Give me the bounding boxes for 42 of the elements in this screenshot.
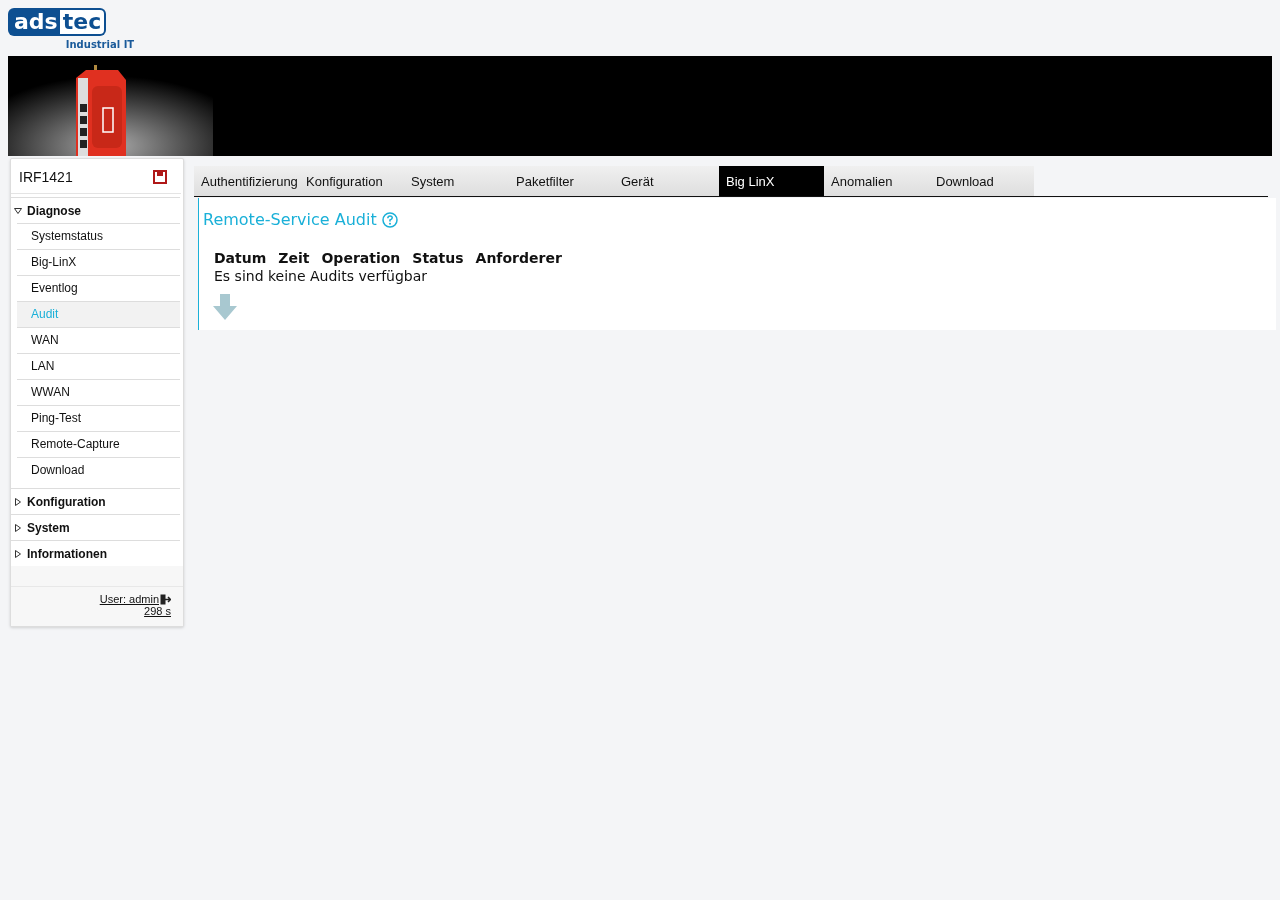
menu-section[interactable]: Diagnose — [11, 197, 180, 223]
column-header: Status — [412, 250, 464, 266]
session-timer-text: 298 s — [144, 605, 171, 617]
menu-item[interactable]: WWAN — [17, 379, 180, 405]
menu-item[interactable]: Remote-Capture — [17, 431, 180, 457]
expand-triangle-icon — [14, 550, 22, 558]
column-header: Datum — [214, 250, 267, 266]
tab[interactable]: Big LinX — [719, 166, 824, 196]
menu-item[interactable]: Big-LinX — [17, 249, 180, 275]
menu-item[interactable]: Systemstatus — [17, 223, 180, 249]
save-icon[interactable] — [153, 170, 167, 184]
tab[interactable]: Konfiguration — [299, 166, 404, 196]
tab[interactable]: Anomalien — [824, 166, 929, 196]
column-header: Anforderer — [475, 250, 562, 266]
menu-section[interactable]: System — [11, 514, 180, 540]
menu-section[interactable]: Konfiguration — [11, 488, 180, 514]
menu-section-label: Diagnose — [27, 204, 81, 218]
empty-message: Es sind keine Audits verfügbar — [214, 268, 429, 284]
menu-item[interactable]: Download — [17, 457, 180, 483]
tab[interactable]: System — [404, 166, 509, 196]
expand-triangle-icon — [14, 524, 22, 532]
menu-section-label: Konfiguration — [27, 495, 106, 509]
expand-triangle-icon — [14, 498, 22, 506]
device-name: IRF1421 — [19, 169, 73, 185]
logo-tagline: Industrial IT — [65, 39, 135, 50]
tab[interactable]: Download — [929, 166, 1034, 196]
menu-section-label: System — [27, 521, 70, 535]
menu-item[interactable]: Ping-Test — [17, 405, 180, 431]
column-header: Operation — [321, 250, 401, 266]
menu-item[interactable]: LAN — [17, 353, 180, 379]
collapse-triangle-icon — [14, 207, 22, 215]
user-link[interactable]: User: admin — [99, 593, 159, 605]
logout-icon[interactable] — [160, 593, 171, 605]
logo: ads tec — [8, 8, 107, 36]
tab[interactable]: Paketfilter — [509, 166, 614, 196]
menu-section-label: Informationen — [27, 547, 107, 561]
tab[interactable]: Gerät — [614, 166, 719, 196]
column-header: Zeit — [278, 250, 310, 266]
page-title: Remote-Service Audit — [203, 210, 377, 229]
help-icon[interactable] — [381, 211, 398, 228]
tab[interactable]: Authentifizierung — [194, 166, 299, 196]
menu-item[interactable]: WAN — [17, 327, 180, 353]
